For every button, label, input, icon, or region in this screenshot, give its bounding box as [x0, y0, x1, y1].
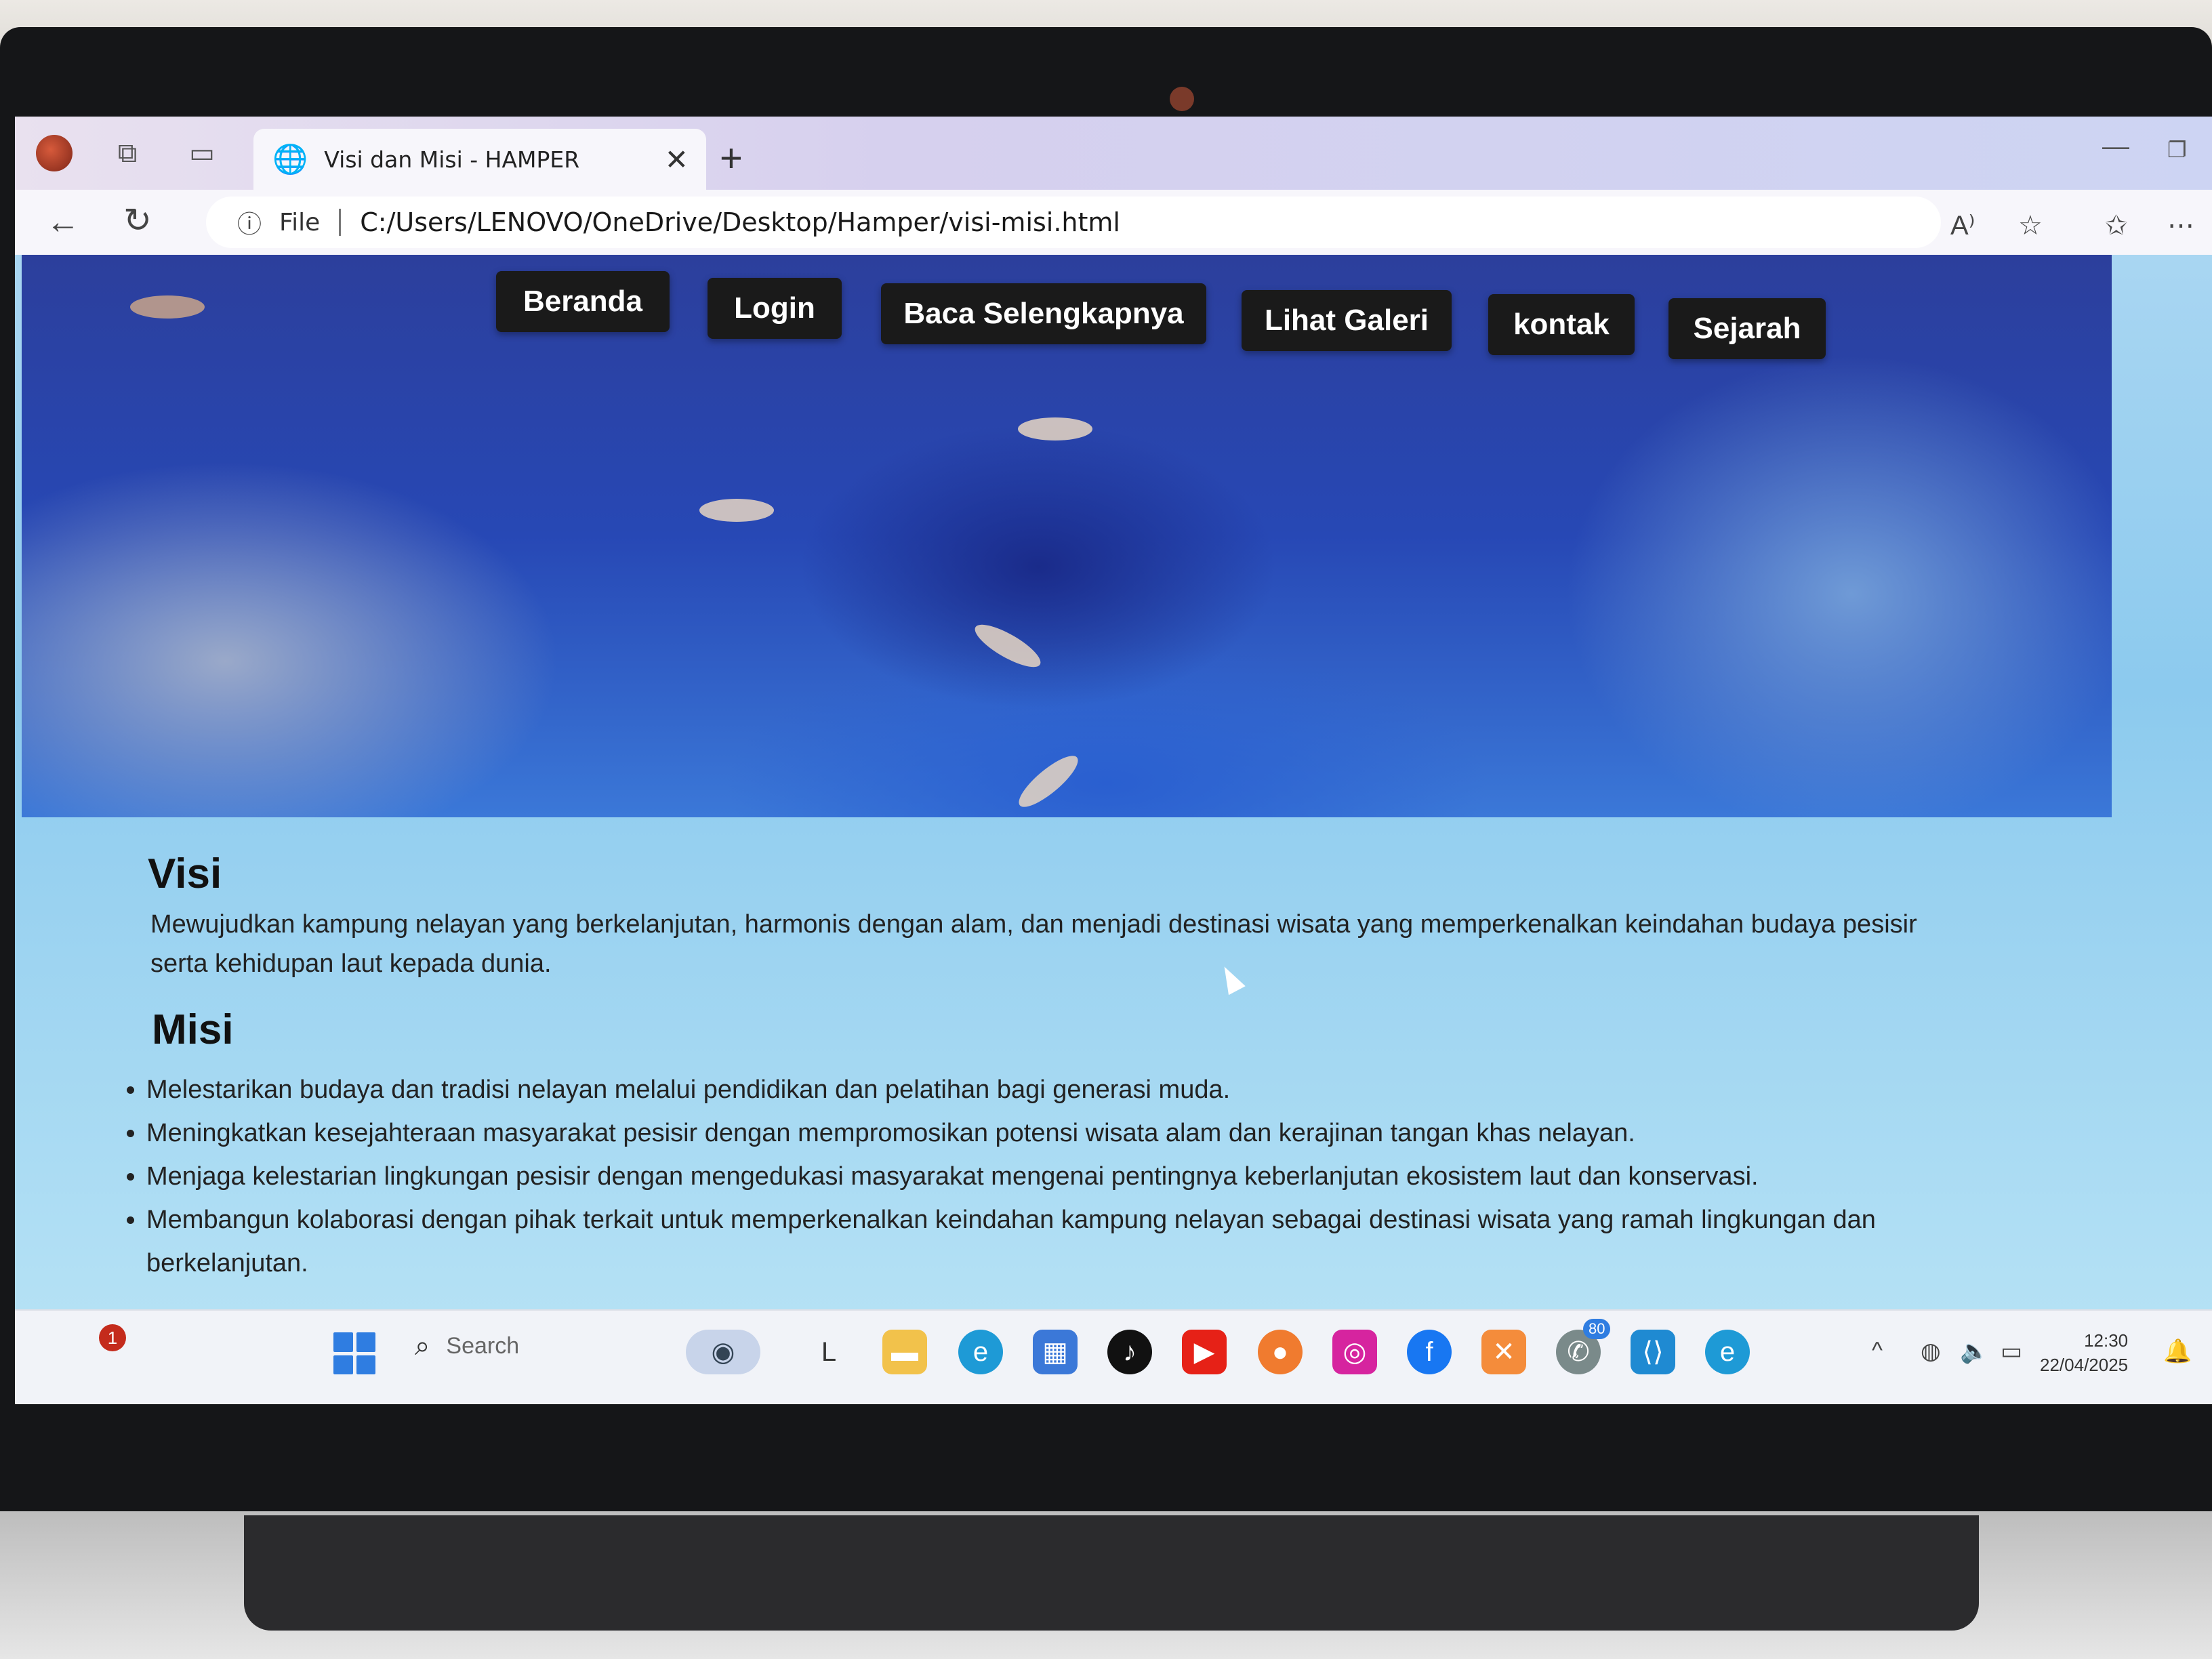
star-icon[interactable]: ☆: [2018, 210, 2043, 241]
hero-ocean-image: Beranda Login Baca Selengkapnya Lihat Ga…: [22, 255, 2112, 817]
edge-icon[interactable]: e: [958, 1330, 1003, 1374]
read-aloud-icon[interactable]: A⁾: [1950, 210, 1975, 241]
edge-active-icon[interactable]: e: [1705, 1330, 1750, 1374]
close-icon[interactable]: ✕: [665, 143, 689, 176]
avatar: [36, 135, 73, 171]
xampp-icon[interactable]: ✕: [1481, 1330, 1526, 1374]
web-page: Beranda Login Baca Selengkapnya Lihat Ga…: [15, 255, 2212, 1339]
facebook-icon[interactable]: f: [1407, 1330, 1452, 1374]
app-l-icon[interactable]: L: [806, 1330, 851, 1374]
info-icon[interactable]: ⓘ: [237, 205, 262, 240]
nav-beranda[interactable]: Beranda: [496, 271, 670, 332]
start-button[interactable]: [333, 1332, 375, 1374]
fish-shape: [1018, 417, 1092, 441]
clock-date: 22/04/2025: [2040, 1355, 2129, 1375]
store-icon[interactable]: ▦: [1033, 1330, 1078, 1374]
nav-sejarah[interactable]: Sejarah: [1668, 298, 1826, 359]
start-tile: [333, 1332, 353, 1352]
chevron-up-icon[interactable]: ^: [1872, 1338, 1883, 1364]
url-text[interactable]: C:/Users/LENOVO/OneDrive/Desktop/Hamper/…: [360, 207, 1120, 237]
instagram-icon[interactable]: ◎: [1332, 1330, 1377, 1374]
favorites-icon[interactable]: ✩: [2105, 210, 2128, 241]
list-item: Membangun kolaborasi dengan pihak terkai…: [146, 1198, 2017, 1285]
minimize-icon[interactable]: —: [2102, 131, 2129, 162]
taskbar-search[interactable]: ⌕ Search: [415, 1331, 519, 1361]
visi-text-line1: Mewujudkan kampung nelayan yang berkelan…: [150, 910, 1917, 939]
list-item: Melestarikan budaya dan tradisi nelayan …: [146, 1068, 2017, 1111]
nav-lihat-galeri[interactable]: Lihat Galeri: [1242, 290, 1452, 351]
youtube-icon[interactable]: ▶: [1182, 1330, 1227, 1374]
visi-heading: Visi: [148, 851, 222, 897]
misi-heading: Misi: [152, 1006, 234, 1053]
fish-shape: [699, 499, 774, 522]
fish-shape: [1012, 748, 1085, 815]
clock-time: 12:30: [2084, 1330, 2129, 1351]
more-icon[interactable]: ⋯: [2167, 210, 2194, 241]
notification-badge[interactable]: 1: [99, 1324, 126, 1351]
start-tile: [356, 1332, 375, 1352]
start-tile: [356, 1355, 375, 1374]
workspaces-icon[interactable]: ⧉: [106, 131, 149, 175]
search-label: Search: [446, 1333, 520, 1359]
visi-text-line2: serta kehidupan laut kepada dunia.: [150, 949, 552, 978]
tab-visi-misi[interactable]: 🌐 Visi dan Misi - HAMPER ✕: [253, 129, 706, 190]
start-tile: [333, 1355, 353, 1374]
tab-bar: ⧉ ▭ 🌐 Visi dan Misi - HAMPER ✕ + — ❐: [15, 117, 2212, 190]
network-icon[interactable]: ◍: [1921, 1338, 1941, 1365]
file-explorer-icon[interactable]: ▬: [882, 1330, 927, 1374]
nav-login[interactable]: Login: [708, 278, 842, 339]
battery-icon[interactable]: ▭: [2001, 1338, 2022, 1365]
globe-icon: 🌐: [272, 142, 308, 175]
tab-actions-icon[interactable]: ▭: [180, 131, 224, 175]
list-item: Meningkatkan kesejahteraan masyarakat pe…: [146, 1111, 2017, 1155]
divider: [339, 209, 342, 236]
nav-baca-selengkapnya[interactable]: Baca Selengkapnya: [881, 283, 1206, 344]
reload-icon[interactable]: ↻: [123, 201, 152, 240]
address-bar[interactable]: ⓘ File C:/Users/LENOVO/OneDrive/Desktop/…: [206, 197, 1941, 248]
address-bar-row: ← ↻ ⓘ File C:/Users/LENOVO/OneDrive/Desk…: [15, 190, 2212, 255]
widgets-icon[interactable]: ◉: [686, 1330, 760, 1374]
back-arrow-icon[interactable]: ←: [46, 202, 80, 241]
laptop-hinge: [244, 1515, 1979, 1631]
taskbar: 1 ⌕ Search ◉ L ▬ e ▦ ♪ ▶ ● ◎ f ✕ ✆ 80 ⟨⟩…: [15, 1309, 2212, 1404]
whatsapp-badge: 80: [1583, 1319, 1611, 1339]
restore-icon[interactable]: ❐: [2167, 137, 2187, 163]
profile-button[interactable]: [33, 131, 76, 175]
tab-title: Visi dan Misi - HAMPER: [324, 146, 580, 173]
scheme-label: File: [279, 208, 321, 237]
vscode-icon[interactable]: ⟨⟩: [1631, 1330, 1675, 1374]
list-item: Menjaga kelestarian lingkungan pesisir d…: [146, 1155, 2017, 1198]
tiktok-icon[interactable]: ♪: [1107, 1330, 1152, 1374]
new-tab-button[interactable]: +: [720, 136, 743, 181]
notification-bell-icon[interactable]: 🔔: [2163, 1338, 2192, 1365]
misi-list: Melestarikan budaya dan tradisi nelayan …: [123, 1068, 2017, 1285]
clock[interactable]: 12:30 22/04/2025: [2040, 1328, 2128, 1377]
search-icon: ⌕: [415, 1331, 430, 1361]
webcam: [1170, 87, 1194, 111]
fish-shape: [969, 617, 1046, 675]
screen: ⧉ ▭ 🌐 Visi dan Misi - HAMPER ✕ + — ❐ ← ↻…: [15, 117, 2212, 1404]
firefox-icon[interactable]: ●: [1258, 1330, 1303, 1374]
nav-kontak[interactable]: kontak: [1488, 294, 1635, 355]
site-nav: Beranda Login Baca Selengkapnya Lihat Ga…: [22, 255, 2112, 377]
volume-icon[interactable]: 🔈: [1960, 1338, 1988, 1365]
